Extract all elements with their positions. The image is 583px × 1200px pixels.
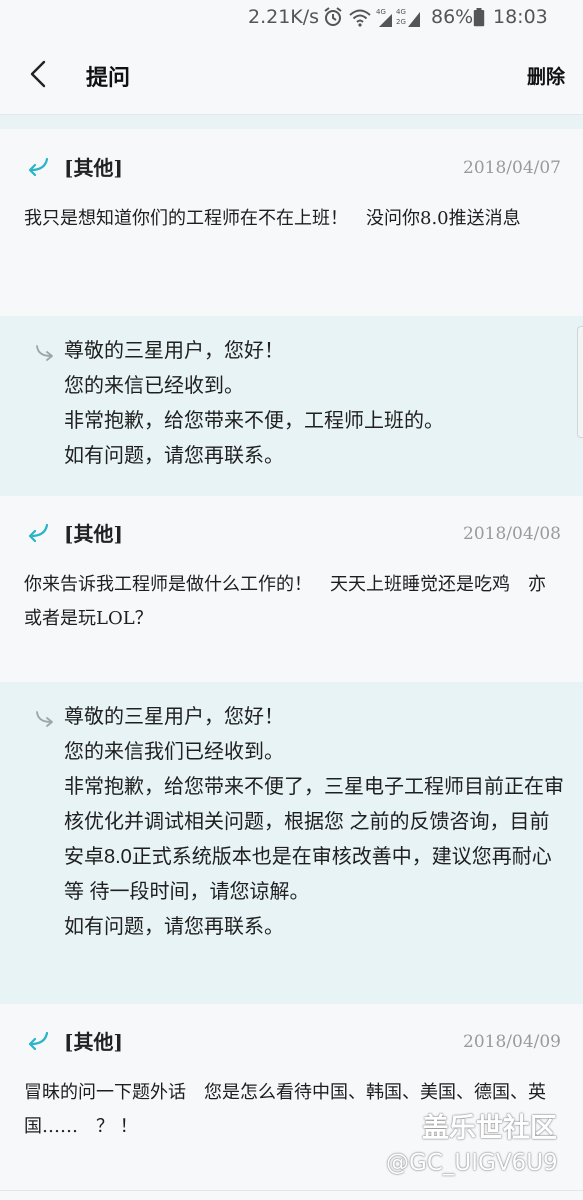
alarm-icon [324, 7, 342, 26]
question-item[interactable]: [其他] 2018/04/08 你来告诉我工程师是做什么工作的！ 天天上班睡觉还… [0, 496, 583, 682]
status-bar: 2.21K/s 4G 4G 2G 86% 18:03 [0, 0, 583, 36]
reply-text: 尊敬的三星用户，您好！ 您的来信我们已经收到。 非常抱歉，给您带来不便了，三星电… [64, 700, 564, 945]
watermark-logo: 盖乐世社区 [422, 1113, 557, 1144]
svg-text:4G: 4G [376, 8, 386, 16]
reply-item: 尊敬的三星用户，您好！ 您的来信已经收到。 非常抱歉，给您带来不便，工程师上班的… [0, 316, 583, 496]
reply-arrow-icon [36, 711, 53, 727]
app-header: 提问 删除 [0, 36, 583, 114]
reply-line: 您的来信已经收到。 [64, 375, 244, 397]
4g-2g-signal-icon: 4G 2G [396, 8, 420, 27]
battery-icon [473, 8, 485, 27]
back-button[interactable] [22, 54, 58, 94]
watermark-user-id: @GC_UIGV6U9 [386, 1150, 558, 1176]
question-category: [其他] [64, 522, 123, 546]
reply-line: 非常抱歉，给您带来不便了，三星电子工程师目前正在审核优化并调试相关问题，根据您 … [64, 776, 564, 903]
reply-line: 尊敬的三星用户，您好！ [64, 340, 284, 362]
reply-line: 尊敬的三星用户，您好！ [64, 706, 284, 728]
question-arrow-icon [28, 157, 49, 176]
bottom-divider [0, 1190, 583, 1191]
question-date: 2018/04/08 [463, 524, 561, 544]
battery-percent: 86% [431, 6, 474, 28]
reply-line: 非常抱歉，给您带来不便，工程师上班的。 [64, 410, 444, 432]
previous-reply-edge [0, 115, 583, 129]
question-arrow-icon [28, 1031, 49, 1050]
question-text: 我只是想知道你们的工程师在不在上班！ 没问你8.0推送消息 [24, 208, 521, 229]
question-date: 2018/04/09 [463, 1032, 561, 1052]
wifi-icon [349, 9, 371, 27]
question-category: [其他] [64, 1030, 123, 1054]
svg-text:4G: 4G [396, 8, 406, 16]
status-icons: 4G 4G 2G [322, 6, 422, 30]
reply-line: 如有问题，请您再联系。 [64, 445, 284, 467]
delete-button[interactable]: 删除 [527, 62, 565, 89]
back-arrow-icon [30, 60, 46, 88]
question-item[interactable]: [其他] 2018/04/07 我只是想知道你们的工程师在不在上班！ 没问你8.… [0, 130, 583, 316]
question-arrow-icon [28, 523, 49, 542]
reply-text: 尊敬的三星用户，您好！ 您的来信已经收到。 非常抱歉，给您带来不便，工程师上班的… [64, 334, 564, 474]
reply-line: 如有问题，请您再联系。 [64, 916, 284, 938]
question-text: 你来告诉我工程师是做什么工作的！ 天天上班睡觉还是吃鸡 亦或者是玩LOL？ [24, 574, 546, 629]
scrollbar[interactable] [577, 326, 583, 438]
reply-arrow-icon [36, 345, 53, 361]
question-category: [其他] [64, 156, 123, 180]
reply-item: 尊敬的三星用户，您好！ 您的来信我们已经收到。 非常抱歉，给您带来不便了，三星电… [0, 682, 583, 1004]
question-date: 2018/04/07 [463, 158, 561, 178]
page-title: 提问 [86, 65, 131, 91]
svg-text:2G: 2G [396, 18, 406, 26]
4g-signal-icon: 4G [376, 8, 392, 27]
reply-line: 您的来信我们已经收到。 [64, 741, 284, 763]
clock: 18:03 [493, 6, 548, 28]
network-speed: 2.21K/s [248, 6, 320, 28]
